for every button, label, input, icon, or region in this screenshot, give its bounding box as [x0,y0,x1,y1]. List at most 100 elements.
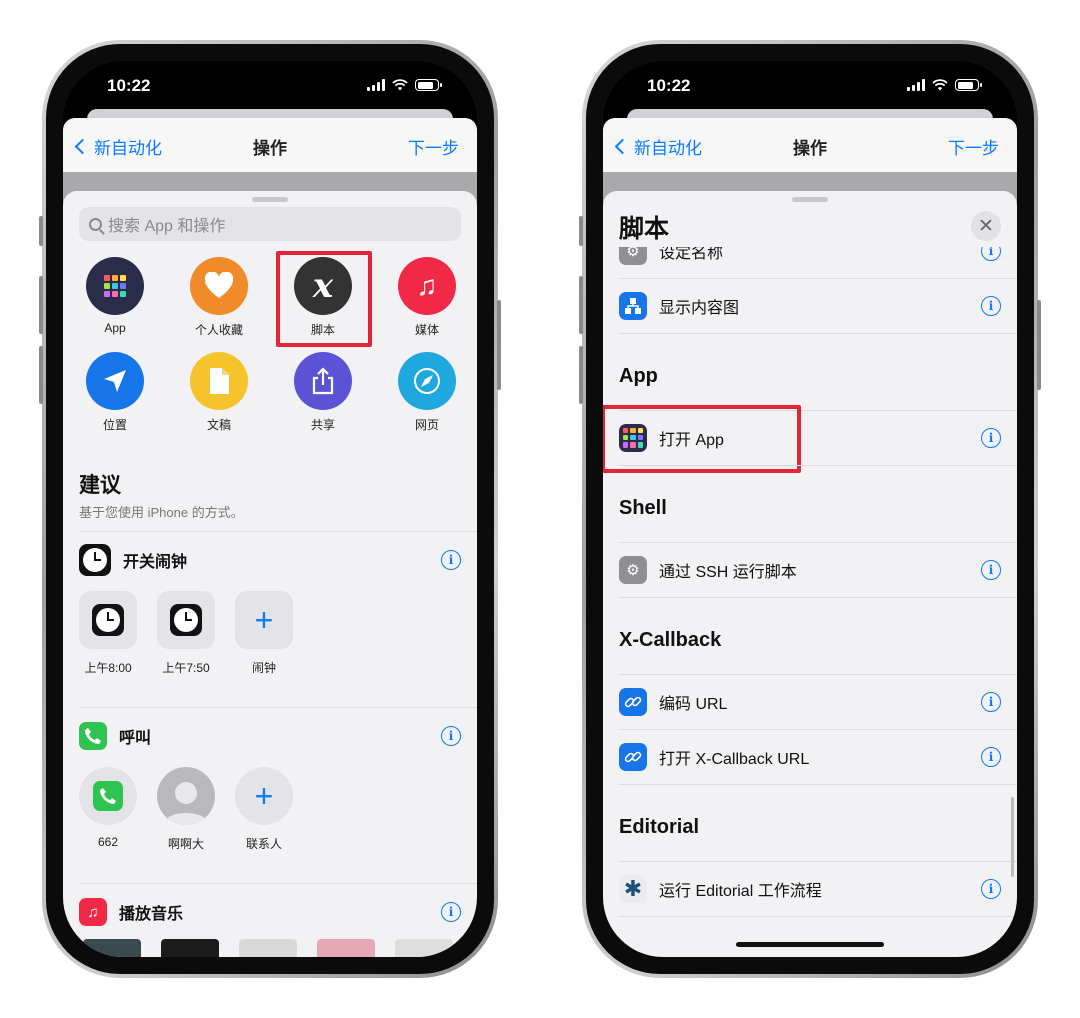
highlight-box-scripting [276,251,372,347]
album-art[interactable] [239,939,297,957]
music-note-icon: ♫ [398,257,456,315]
screen: 10:22 新自动化 操作 下一步 搜索 App 和操作 App 个人收藏 x … [63,61,477,957]
category-sharing[interactable]: 共享 [271,352,375,433]
next-button[interactable]: 下一步 [948,134,999,159]
battery-icon [955,79,982,91]
info-icon[interactable]: i [981,746,1001,767]
action-encode-url[interactable]: 编码 URL i [619,674,1001,729]
add-contact-tile[interactable]: + 联系人 [235,767,293,852]
album-art[interactable] [83,939,141,957]
divider [619,465,1017,466]
suggestion-call-header[interactable]: 呼叫 i [79,721,461,751]
location-arrow-icon [86,352,144,410]
earpiece [750,74,870,100]
action-label: 显示内容图 [659,299,740,317]
heart-icon [190,257,248,315]
wifi-icon [932,79,948,91]
action-label: 运行 Editorial 工作流程 [659,882,822,900]
action-list: ⚙ 设定名称 i 显示内容图 i App 打开 App i Shell ⚙ 通过… [603,247,1017,957]
phone-icon [79,722,107,750]
info-icon[interactable]: i [981,691,1001,712]
info-icon[interactable]: i [981,427,1001,448]
suggestions-subtitle: 基于您使用 iPhone 的方式。 [79,505,244,520]
divider [79,883,477,884]
category-location[interactable]: 位置 [63,352,167,433]
info-icon[interactable]: i [441,550,461,570]
next-button[interactable]: 下一步 [408,134,459,159]
category-app[interactable]: App [63,257,167,338]
action-label: 设定名称 [659,247,724,262]
info-icon[interactable]: i [441,902,461,922]
category-grid: App 个人收藏 x 脚本 ♫ 媒体 位置 文稿 共享 网页 [63,257,477,433]
info-icon[interactable]: i [981,878,1001,899]
category-media[interactable]: ♫ 媒体 [375,257,477,338]
close-button[interactable]: ✕ [971,211,1001,241]
action-ssh[interactable]: ⚙ 通过 SSH 运行脚本 i [619,542,1001,597]
suggestion-music-header[interactable]: ♫ 播放音乐 i [79,897,461,927]
status-icons [907,79,982,91]
power-button [497,300,501,390]
group-xcallback-header: X-Callback [619,629,722,651]
info-icon[interactable]: i [441,726,461,746]
scrollbar[interactable] [1011,797,1014,877]
volume-down-button [579,346,583,404]
group-editorial-header: Editorial [619,816,700,838]
action-label: 通过 SSH 运行脚本 [659,563,797,581]
alarm-tile[interactable]: 上午7:50 [157,591,215,676]
suggestion-alarm-header[interactable]: 开关闹钟 i [79,544,461,576]
category-favorites[interactable]: 个人收藏 [167,257,271,338]
action-set-name[interactable]: ⚙ 设定名称 i [619,247,1001,278]
album-art[interactable] [161,939,219,957]
plus-icon: + [235,767,293,825]
album-art[interactable] [395,939,453,957]
sheet-title: 脚本 [619,215,670,243]
alarm-tile[interactable]: 上午8:00 [79,591,137,676]
action-label: 编码 URL [659,695,728,713]
tile-label: 上午7:50 [162,661,210,675]
action-run-editorial[interactable]: ✱ 运行 Editorial 工作流程 i [619,861,1001,916]
album-art[interactable] [317,939,375,957]
bezel: 10:22 新自动化 操作 下一步 搜索 App 和操作 App 个人收藏 x … [46,44,494,974]
phone-left: 10:22 新自动化 操作 下一步 搜索 App 和操作 App 个人收藏 x … [39,40,501,978]
action-label: 打开 X-Callback URL [659,750,810,768]
gear-icon: ⚙ [619,555,647,584]
sheet-grabber[interactable] [252,197,288,202]
screen: 10:22 新自动化 操作 下一步 脚本 ✕ ⚙ 设定名称 i 显示内容图 i … [603,61,1017,957]
divider [79,531,477,532]
divider [619,916,1017,917]
status-icons [367,79,442,91]
search-placeholder: 搜索 App 和操作 [108,218,226,235]
sheet-grabber[interactable] [792,197,828,202]
category-web[interactable]: 网页 [375,352,477,433]
category-label: 个人收藏 [194,323,243,337]
category-documents[interactable]: 文稿 [167,352,271,433]
category-label: 共享 [310,418,335,432]
call-tile[interactable]: 662 [79,767,137,852]
info-icon[interactable]: i [981,295,1001,316]
call-tile[interactable]: 啊啊大 [157,767,215,852]
suggestion-call-title: 呼叫 [119,730,152,747]
wifi-icon [392,79,408,91]
avatar [157,767,215,825]
volume-down-button [39,346,43,404]
info-icon[interactable]: i [981,559,1001,580]
add-alarm-tile[interactable]: + 闹钟 [235,591,293,676]
phone-right: 10:22 新自动化 操作 下一步 脚本 ✕ ⚙ 设定名称 i 显示内容图 i … [579,40,1041,978]
suggestion-music-title: 播放音乐 [119,906,184,923]
home-indicator[interactable] [736,942,884,947]
search-icon [89,217,102,231]
clock-icon [79,544,111,576]
action-show-graph[interactable]: 显示内容图 i [619,278,1001,333]
category-label: 媒体 [414,323,439,337]
info-icon[interactable]: i [981,247,1001,261]
group-shell-header: Shell [619,497,667,519]
plus-icon: + [235,591,293,649]
action-open-xcallback-url[interactable]: 打开 X-Callback URL i [619,729,1001,784]
divider [619,333,1017,334]
search-field[interactable]: 搜索 App 和操作 [79,207,461,241]
tile-label: 联系人 [245,837,282,851]
tile-box [157,591,215,649]
actions-sheet: 搜索 App 和操作 App 个人收藏 x 脚本 ♫ 媒体 位置 文稿 共享 网… [63,191,477,957]
category-label: 文稿 [206,418,231,432]
cellular-signal-icon [907,79,925,91]
